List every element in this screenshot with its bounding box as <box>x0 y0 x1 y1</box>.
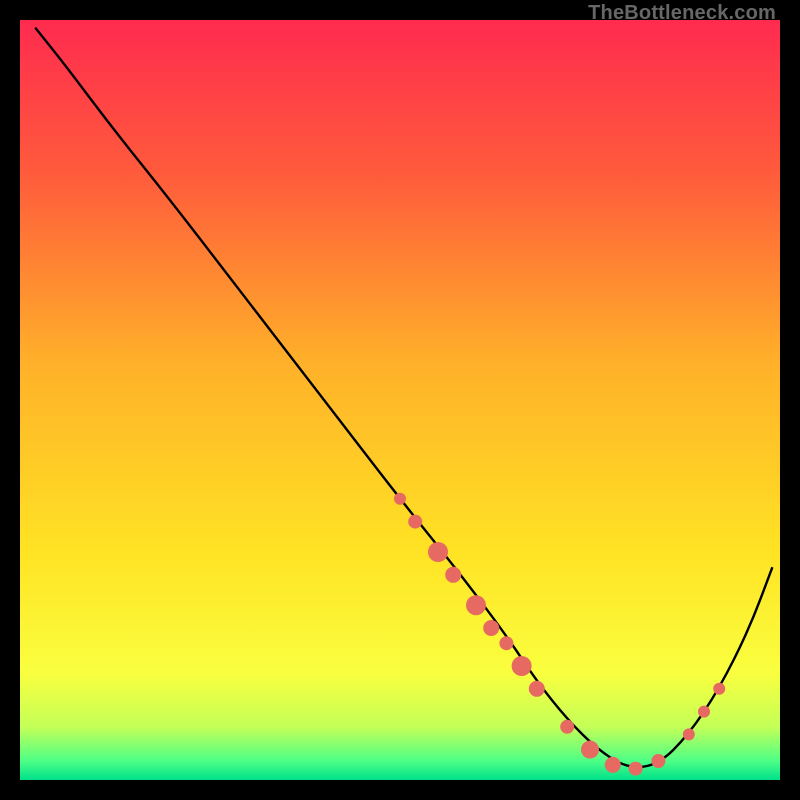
highlight-dot <box>499 636 513 650</box>
highlight-dot <box>529 681 545 697</box>
highlight-dot <box>466 595 486 615</box>
highlight-dot <box>713 683 725 695</box>
bottleneck-chart <box>20 20 780 780</box>
highlight-dot <box>408 515 422 529</box>
gradient-background <box>20 20 780 780</box>
highlight-dot <box>605 757 621 773</box>
highlight-dot <box>560 720 574 734</box>
chart-frame <box>20 20 780 780</box>
highlight-dot <box>581 741 599 759</box>
highlight-dot <box>428 542 448 562</box>
highlight-dot <box>445 567 461 583</box>
highlight-dot <box>394 493 406 505</box>
highlight-dot <box>698 706 710 718</box>
highlight-dot <box>651 754 665 768</box>
highlight-dot <box>483 620 499 636</box>
highlight-dot <box>629 762 643 776</box>
highlight-dot <box>512 656 532 676</box>
highlight-dot <box>683 728 695 740</box>
